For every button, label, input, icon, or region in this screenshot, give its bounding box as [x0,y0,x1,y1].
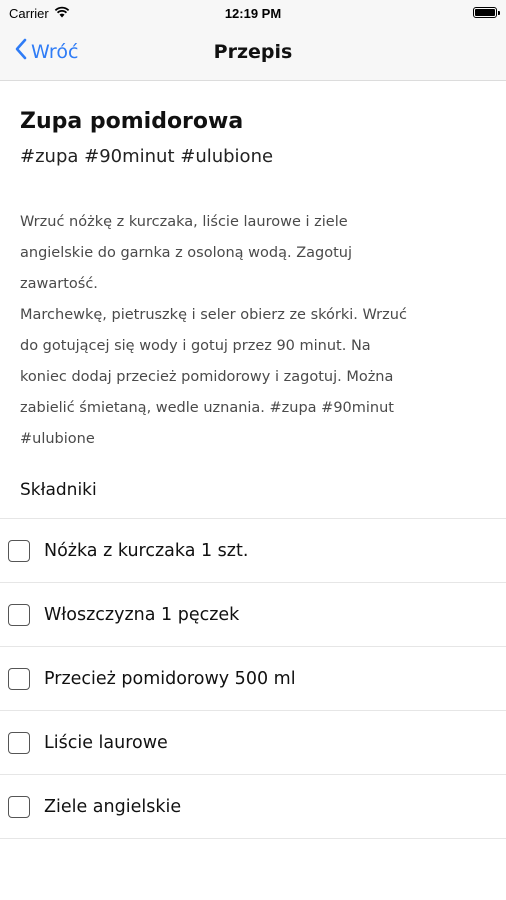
checkbox-icon[interactable] [8,731,30,754]
recipe-description: Wrzuć nóżkę z kurczaka, liście laurowe i… [20,207,486,455]
navigation-bar: Wróć Przepis [0,26,506,81]
description-line: koniec dodaj przecież pomidorowy i zagot… [20,369,394,385]
checkbox-icon[interactable] [8,667,30,690]
ingredient-row[interactable]: Przecież pomidorowy 500 ml [0,647,506,711]
recipe-title: Zupa pomidorowa [20,109,244,134]
ingredient-label: Przecież pomidorowy 500 ml [44,668,296,689]
status-time: 12:19 PM [224,6,282,21]
ingredient-label: Nóżka z kurczaka 1 szt. [44,540,249,561]
ingredients-header: Składniki [20,480,97,500]
description-line: zabielić śmietaną, wedle uznania. #zupa … [20,400,394,416]
ingredient-label: Liście laurowe [44,732,168,753]
recipe-content: Zupa pomidorowa #zupa #90minut #ulubione… [0,109,506,500]
description-line: zawartość. [20,276,98,292]
battery-icon [473,7,500,18]
recipe-tags: #zupa #90minut #ulubione [20,146,274,167]
ingredient-label: Włoszczyzna 1 pęczek [44,604,240,625]
checkbox-icon[interactable] [8,539,30,562]
description-line: #ulubione [20,431,95,447]
status-bar: Carrier 12:19 PM [0,0,506,26]
description-line: Marchewkę, pietruszkę i seler obierz ze … [20,307,407,323]
ingredient-row[interactable]: Nóżka z kurczaka 1 szt. [0,519,506,583]
description-line: do gotującej się wody i gotuj przez 90 m… [20,338,371,354]
ingredient-label: Ziele angielskie [44,796,182,817]
ingredient-row[interactable]: Ziele angielskie [0,775,506,839]
ingredient-list: Nóżka z kurczaka 1 szt. Włoszczyzna 1 pę… [0,518,506,839]
description-line: angielskie do garnka z osoloną wodą. Zag… [20,245,353,261]
checkbox-icon[interactable] [8,795,30,818]
battery-fill [475,9,495,16]
ingredient-row[interactable]: Liście laurowe [0,711,506,775]
ingredient-row[interactable]: Włoszczyzna 1 pęczek [0,583,506,647]
checkbox-icon[interactable] [8,603,30,626]
description-line: Wrzuć nóżkę z kurczaka, liście laurowe i… [20,214,348,230]
page-title: Przepis [213,41,293,63]
